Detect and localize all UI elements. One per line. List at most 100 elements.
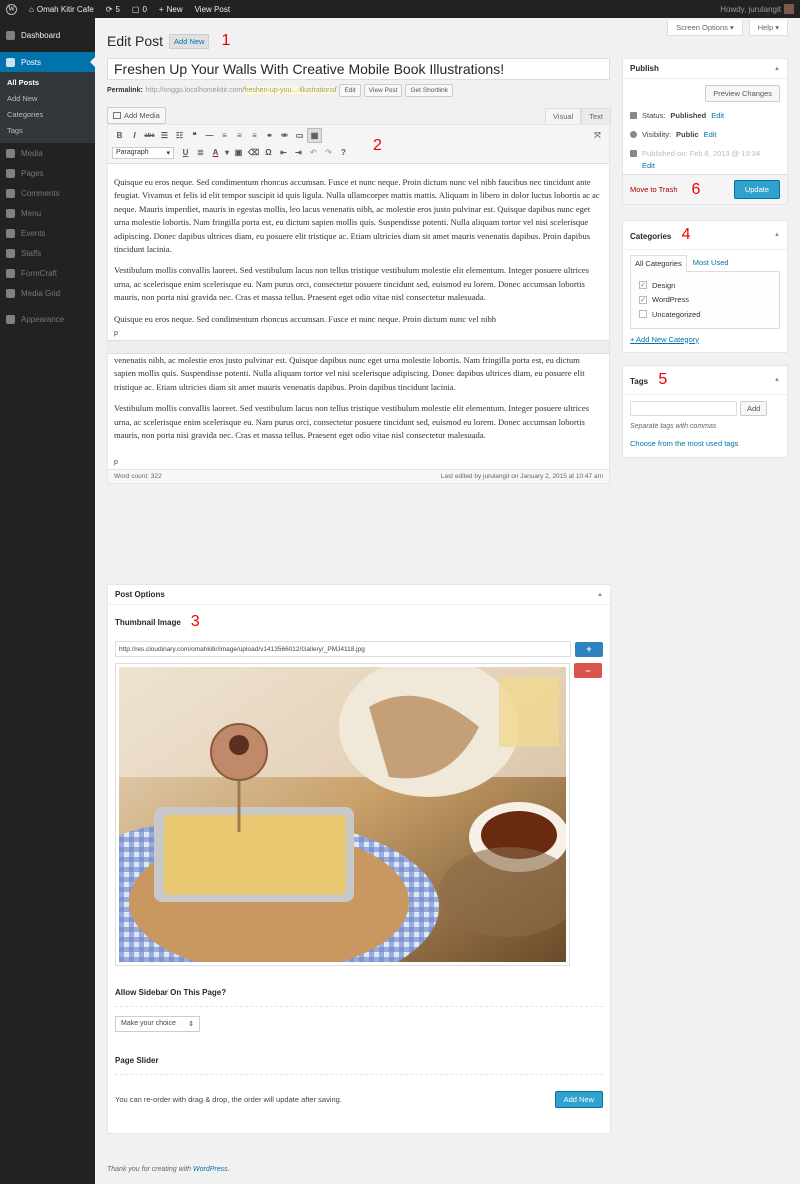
underline-icon[interactable]: U	[178, 145, 193, 160]
tab-most-used[interactable]: Most Used	[689, 255, 733, 272]
checkbox[interactable]	[639, 310, 647, 319]
read-more-icon[interactable]: ▭	[292, 128, 307, 143]
add-tag-button[interactable]: Add	[740, 401, 768, 416]
submenu-tags[interactable]: Tags	[0, 123, 95, 139]
menu-appearance[interactable]: Appearance	[0, 309, 95, 329]
toggle-arrow-icon[interactable]: ▲	[774, 66, 780, 72]
insert-link-icon[interactable]: ⚭	[262, 128, 277, 143]
align-center-icon[interactable]: ≡	[232, 128, 247, 143]
clear-formatting-icon[interactable]: ⌫	[246, 145, 261, 160]
events-icon	[6, 228, 15, 238]
tags-header[interactable]: Tags 5 ▲	[623, 366, 787, 395]
toggle-arrow-icon[interactable]: ▲	[774, 232, 780, 238]
thumbnail-url-input[interactable]	[115, 641, 572, 657]
text-color-icon[interactable]: A	[208, 145, 223, 160]
add-media-button[interactable]: Add Media	[107, 107, 166, 124]
redo-icon[interactable]: ↷	[321, 145, 336, 160]
category-item[interactable]: ✓ Design	[639, 278, 771, 293]
publish-header[interactable]: Publish ▲	[623, 59, 787, 79]
menu-pages[interactable]: Pages	[0, 163, 95, 183]
strikethrough-icon[interactable]: abc	[142, 128, 157, 143]
view-post-link[interactable]: View Post	[189, 0, 236, 18]
align-right-icon[interactable]: ≡	[247, 128, 262, 143]
tab-text[interactable]: Text	[581, 108, 611, 124]
toggle-arrow-icon[interactable]: ▲	[774, 377, 780, 383]
menu-media[interactable]: Media	[0, 143, 95, 163]
edit-date-link[interactable]: Edit	[630, 161, 655, 170]
horizontal-line-icon[interactable]: —	[202, 128, 217, 143]
view-post-button[interactable]: View Post	[363, 84, 403, 97]
undo-icon[interactable]: ↶	[306, 145, 321, 160]
edit-visibility-link[interactable]: Edit	[704, 130, 717, 139]
blockquote-icon[interactable]: ❝	[187, 128, 202, 143]
post-options-header[interactable]: Post Options ▲	[108, 585, 610, 605]
wp-logo-menu[interactable]: W	[0, 0, 23, 18]
appearance-icon	[6, 314, 15, 324]
add-new-post-button[interactable]: Add New	[169, 33, 210, 49]
menu-menu[interactable]: Menu	[0, 203, 95, 223]
menu-events[interactable]: Events	[0, 223, 95, 243]
editor-content-bottom[interactable]: venenatis nibh, ac molestie eros justo p…	[108, 354, 609, 454]
submenu-add-new[interactable]: Add New	[0, 91, 95, 107]
screen-options-tab[interactable]: Screen Options ▾	[667, 20, 743, 36]
updates-link[interactable]: ⟳ 5	[100, 0, 126, 18]
admin-sidebar: Dashboard Posts All Posts Add New Catego…	[0, 18, 95, 1184]
my-account-link[interactable]: Howdy, jurulangit	[714, 0, 800, 18]
tab-visual[interactable]: Visual	[544, 108, 582, 124]
submenu-all-posts[interactable]: All Posts	[0, 75, 95, 91]
editor-content-top[interactable]: Quisque eu eros neque. Sed condimentum r…	[108, 164, 609, 330]
edit-status-link[interactable]: Edit	[711, 111, 724, 120]
text-color-chevron-icon[interactable]: ▾	[223, 145, 231, 160]
comments-link[interactable]: ▢ 0	[126, 0, 153, 18]
checkbox[interactable]: ✓	[639, 281, 647, 290]
new-tag-input[interactable]	[630, 401, 737, 416]
sidebar-select[interactable]: Make your choice ⇕	[115, 1016, 200, 1032]
align-left-icon[interactable]: ≡	[217, 128, 232, 143]
bullet-list-icon[interactable]: ☰	[157, 128, 172, 143]
new-content-link[interactable]: + New	[153, 0, 189, 18]
checkbox[interactable]: ✓	[639, 295, 647, 304]
indent-icon[interactable]: ⇥	[291, 145, 306, 160]
menu-comments[interactable]: Comments	[0, 183, 95, 203]
toggle-arrow-icon[interactable]: ▲	[597, 592, 603, 598]
menu-dashboard[interactable]: Dashboard	[0, 25, 95, 45]
categories-header[interactable]: Categories 4 ▲	[623, 221, 787, 250]
add-image-button[interactable]: +	[575, 641, 603, 657]
unlink-icon[interactable]: ⚮	[277, 128, 292, 143]
special-character-icon[interactable]: Ω	[261, 145, 276, 160]
category-item[interactable]: ✓ WordPress	[639, 293, 771, 308]
menu-staffs[interactable]: Staffs	[0, 243, 95, 263]
wordpress-link[interactable]: WordPress	[193, 1166, 228, 1173]
update-button[interactable]: Update	[733, 180, 780, 199]
category-item[interactable]: Uncategorized	[639, 307, 771, 322]
toolbar-toggle-icon[interactable]: ▦	[307, 128, 322, 143]
post-title-input[interactable]	[107, 58, 610, 80]
preview-changes-button[interactable]: Preview Changes	[705, 85, 780, 102]
justify-icon[interactable]: ≣	[193, 145, 208, 160]
wordpress-logo-icon: W	[6, 3, 17, 15]
italic-icon[interactable]: I	[127, 128, 142, 143]
outdent-icon[interactable]: ⇤	[276, 145, 291, 160]
fullscreen-icon[interactable]: ⤧	[590, 128, 605, 143]
move-to-trash-link[interactable]: Move to Trash	[630, 185, 678, 194]
add-new-category-link[interactable]: + Add New Category	[630, 335, 780, 344]
choose-tags-link[interactable]: Choose from the most used tags	[630, 439, 780, 448]
site-name-link[interactable]: ⌂ Omah Kitir Cafe	[23, 0, 100, 18]
remove-image-button[interactable]: −	[574, 663, 602, 678]
add-slide-button[interactable]: Add New	[554, 1091, 603, 1108]
editor-resize-divider[interactable]	[108, 340, 609, 355]
tab-all-categories[interactable]: All Categories	[630, 255, 687, 272]
edit-slug-button[interactable]: Edit	[339, 84, 361, 97]
numbered-list-icon[interactable]: ☷	[172, 128, 187, 143]
submenu-categories[interactable]: Categories	[0, 107, 95, 123]
menu-media-grid[interactable]: Media Grid	[0, 283, 95, 303]
format-select[interactable]: Paragraph ▾	[112, 146, 174, 159]
paste-text-icon[interactable]: ▣	[231, 145, 246, 160]
bold-icon[interactable]: B	[112, 128, 127, 143]
help-icon[interactable]: ?	[336, 145, 351, 160]
get-shortlink-button[interactable]: Get Shortlink	[405, 84, 454, 97]
permalink-url[interactable]: http://onggo.localhomekitir.com/freshen-…	[146, 87, 336, 94]
menu-formcraft[interactable]: FormCraft	[0, 263, 95, 283]
menu-posts[interactable]: Posts	[0, 52, 95, 72]
help-tab[interactable]: Help ▾	[748, 20, 788, 36]
